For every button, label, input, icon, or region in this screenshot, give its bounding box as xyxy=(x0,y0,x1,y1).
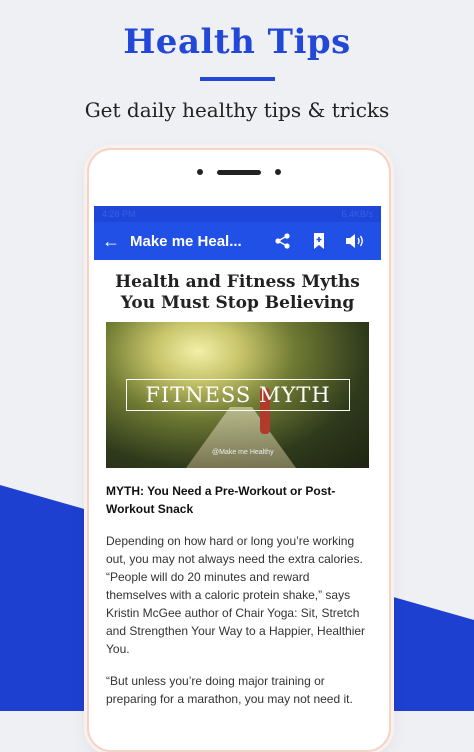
status-bar: 4:28 PM 6.4KB/s xyxy=(94,206,381,222)
app-screen: 4:28 PM 6.4KB/s ← Make me Heal... Health… xyxy=(94,206,381,750)
hero-caption: FITNESS MYTH xyxy=(126,379,350,411)
bookmark-icon[interactable] xyxy=(301,232,337,250)
article-title: Health and Fitness Myths You Must Stop B… xyxy=(115,272,360,313)
article-paragraph: Depending on how hard or long you’re wor… xyxy=(106,534,366,656)
sensor-dot xyxy=(275,169,281,175)
phone-speaker xyxy=(89,168,389,178)
article-paragraph: “But unless you’re doing major training … xyxy=(106,674,353,706)
status-network: 6.4KB/s xyxy=(341,209,373,219)
speaker-icon[interactable] xyxy=(337,233,373,249)
back-arrow-icon[interactable]: ← xyxy=(102,231,130,252)
promo-headline: Health Tips xyxy=(123,22,351,62)
share-icon[interactable] xyxy=(265,232,301,250)
app-bar-title: Make me Heal... xyxy=(130,232,242,250)
speaker-slot xyxy=(217,170,261,175)
promo-subheadline: Get daily healthy tips & tricks xyxy=(84,98,390,122)
front-camera-dot xyxy=(197,169,203,175)
article-subheading: MYTH: You Need a Pre-Workout or Post-Wor… xyxy=(106,484,336,516)
phone-frame: 4:28 PM 6.4KB/s ← Make me Heal... Health… xyxy=(87,148,391,752)
status-time: 4:28 PM xyxy=(102,209,136,219)
app-bar: ← Make me Heal... xyxy=(94,222,381,260)
headline-underline xyxy=(200,77,275,81)
hero-path xyxy=(186,407,296,468)
article-hero-image: FITNESS MYTH @Make me Healthy xyxy=(106,322,369,468)
hero-credit: @Make me Healthy xyxy=(212,449,274,456)
